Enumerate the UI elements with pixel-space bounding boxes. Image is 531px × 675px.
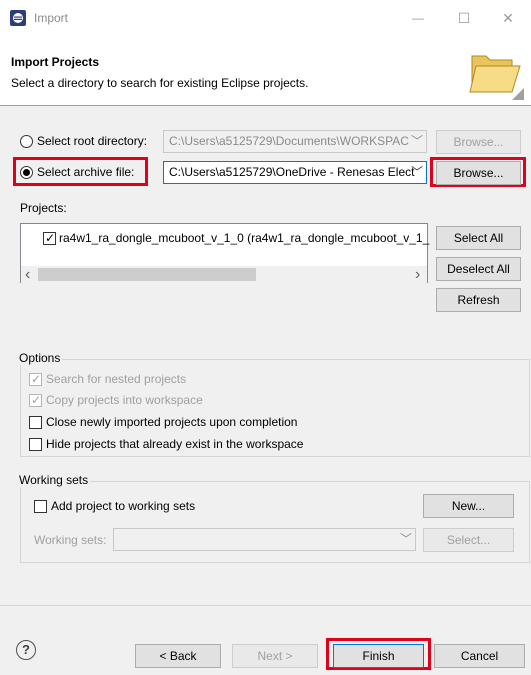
archive-file-label: Select archive file:: [37, 165, 135, 179]
copy-projects-label: Copy projects into workspace: [46, 393, 203, 407]
root-directory-radio[interactable]: [20, 135, 33, 148]
project-checkbox[interactable]: ✓: [43, 231, 56, 245]
checkmark-icon: ✓: [45, 231, 56, 245]
root-directory-combo: C:\Users\a5125729\Documents\WORKSPAC ﹀: [163, 130, 427, 153]
minimize-icon: —: [412, 11, 424, 25]
select-working-sets-button: Select...: [423, 528, 514, 552]
minimize-button[interactable]: —: [395, 0, 441, 36]
horizontal-scrollbar[interactable]: ‹ ›: [21, 266, 427, 283]
projects-label: Projects:: [20, 201, 67, 215]
page-description: Select a directory to search for existin…: [11, 76, 309, 90]
new-working-set-button[interactable]: New...: [423, 494, 514, 518]
root-directory-label: Select root directory:: [37, 134, 148, 148]
browse-archive-button[interactable]: Browse...: [436, 161, 521, 185]
working-sets-combo: ﹀: [113, 528, 416, 551]
refresh-button[interactable]: Refresh: [436, 288, 521, 312]
close-icon: ✕: [502, 9, 514, 26]
cancel-button[interactable]: Cancel: [434, 644, 525, 668]
working-sets-title: Working sets: [17, 473, 91, 487]
eclipse-icon: [10, 10, 26, 26]
help-icon[interactable]: ?: [16, 640, 36, 660]
nested-projects-checkbox: ✓: [29, 372, 42, 386]
close-imported-label: Close newly imported projects upon compl…: [46, 415, 298, 429]
archive-file-radio[interactable]: [20, 166, 33, 179]
archive-file-combo[interactable]: C:\Users\a5125729\OneDrive - Renesas Ele…: [163, 161, 427, 184]
back-button[interactable]: < Back: [135, 644, 221, 668]
archive-file-value: C:\Users\a5125729\OneDrive - Renesas Ele…: [169, 165, 415, 179]
close-button[interactable]: ✕: [485, 0, 531, 36]
scrollbar-thumb[interactable]: [38, 268, 256, 281]
projects-list[interactable]: ✓ ra4w1_ra_dongle_mcuboot_v_1_0 (ra4w1_r…: [20, 223, 430, 283]
checkmark-icon: ✓: [31, 393, 42, 407]
next-button: Next >: [232, 644, 318, 668]
root-directory-value: C:\Users\a5125729\Documents\WORKSPAC: [169, 134, 409, 148]
page-title: Import Projects: [11, 55, 100, 69]
finish-button[interactable]: Finish: [333, 644, 424, 668]
maximize-button[interactable]: ☐: [441, 0, 487, 36]
scroll-left-icon[interactable]: ‹: [25, 266, 30, 283]
add-working-sets-checkbox[interactable]: [34, 500, 47, 513]
footer-divider: [0, 605, 531, 606]
chevron-down-icon: ﹀: [399, 532, 412, 546]
hide-existing-checkbox[interactable]: [29, 438, 42, 451]
hide-existing-label: Hide projects that already exist in the …: [46, 437, 304, 451]
working-sets-label: Working sets:: [34, 533, 107, 547]
add-working-sets-label: Add project to working sets: [51, 499, 196, 513]
project-item-label: ra4w1_ra_dongle_mcuboot_v_1_0 (ra4w1_ra_…: [59, 231, 430, 245]
wizard-header: [0, 36, 531, 106]
folder-icon: [468, 42, 524, 104]
chevron-down-icon: ﹀: [410, 165, 423, 179]
copy-projects-checkbox: ✓: [29, 393, 42, 407]
options-title: Options: [17, 351, 63, 365]
select-all-button[interactable]: Select All: [436, 226, 521, 250]
browse-root-button: Browse...: [436, 130, 521, 154]
window-title: Import: [34, 11, 69, 25]
maximize-icon: ☐: [457, 9, 471, 26]
deselect-all-button[interactable]: Deselect All: [436, 257, 521, 281]
chevron-down-icon: ﹀: [410, 134, 423, 148]
close-imported-checkbox[interactable]: [29, 416, 42, 429]
checkmark-icon: ✓: [31, 372, 42, 386]
nested-projects-label: Search for nested projects: [46, 372, 187, 386]
scroll-right-icon[interactable]: ›: [415, 266, 420, 283]
